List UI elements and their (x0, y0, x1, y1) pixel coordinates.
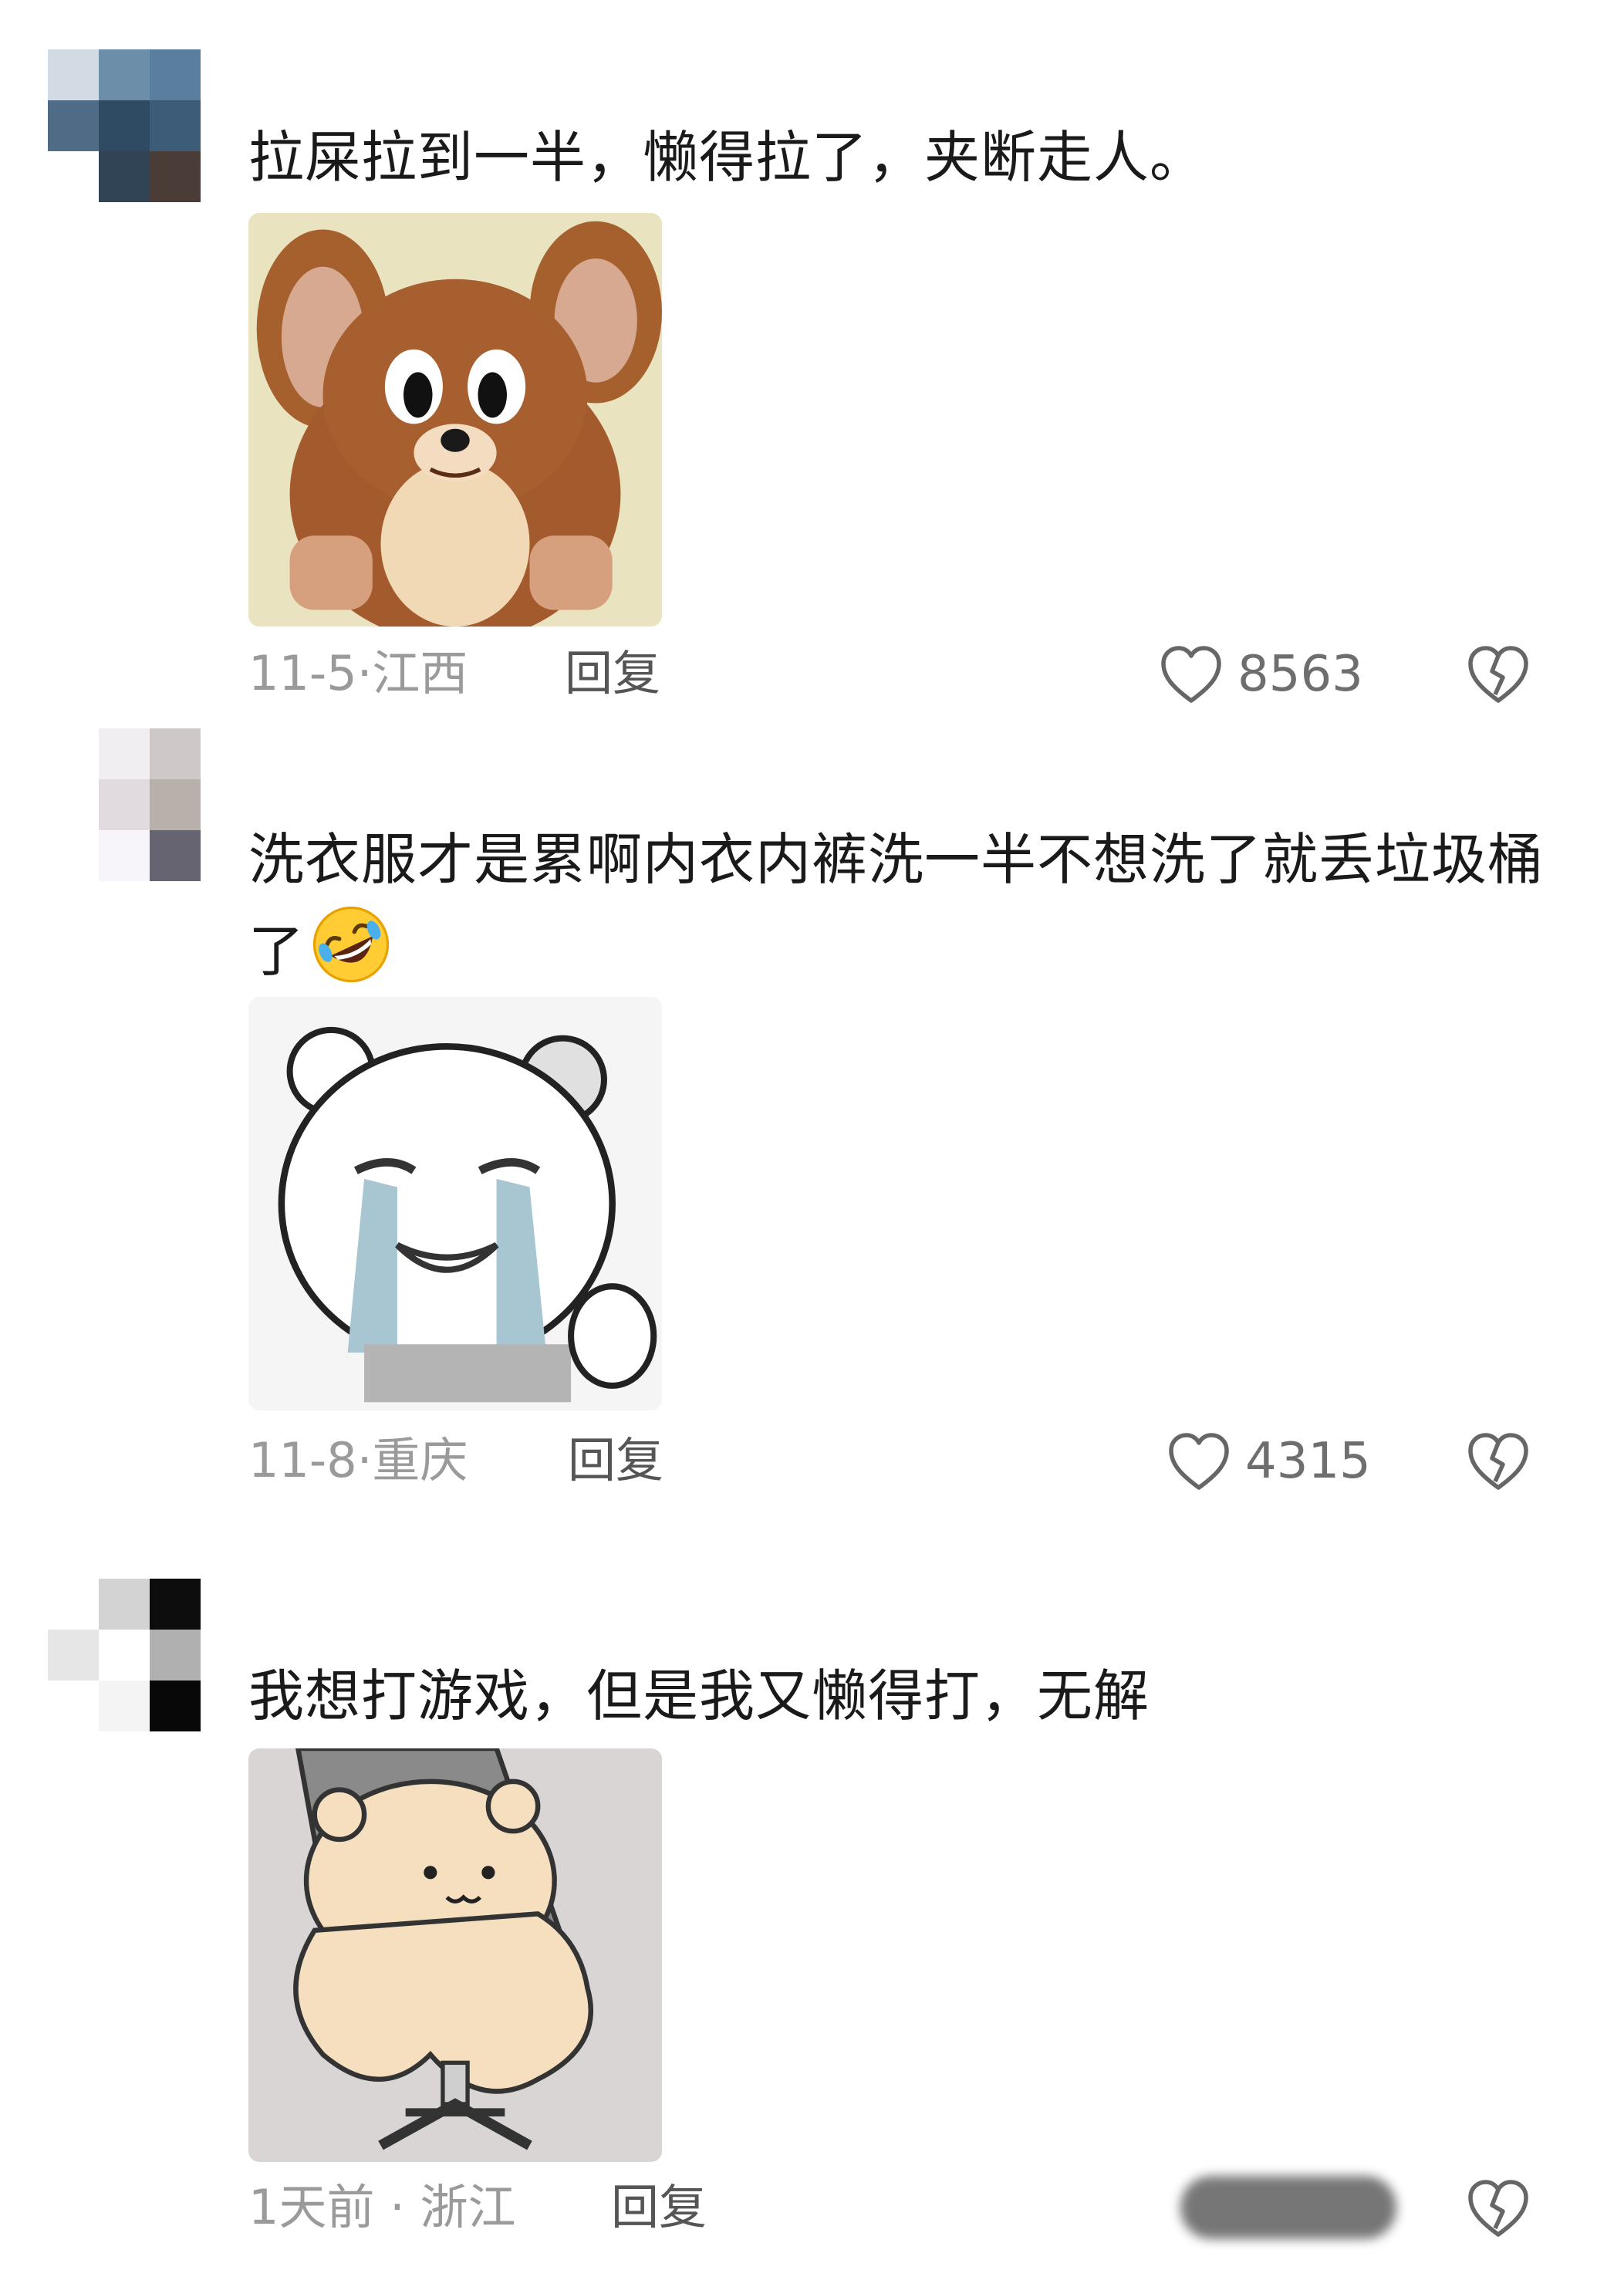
avatar[interactable] (48, 728, 202, 883)
broken-heart-icon (1468, 2180, 1528, 2237)
reply-button[interactable]: 回复 (611, 2173, 707, 2242)
comment-text: 我想打游戏，但是我又懒得打，无解 (248, 1664, 1150, 1728)
like-count: 8563 (1237, 646, 1363, 703)
comment-meta: 11-8·重庆 回复 4315 (248, 1426, 1560, 1495)
comment-meta: 11-5·江西 回复 8563 (248, 639, 1560, 708)
comment-meta: 1天前 · 浙江 回复 (248, 2173, 1560, 2242)
heart-outline-icon (1161, 646, 1221, 703)
heart-outline-icon (1169, 1433, 1229, 1490)
like-count: 4315 (1245, 1433, 1371, 1490)
avatar[interactable] (48, 49, 202, 204)
dislike-button[interactable] (1466, 2177, 1531, 2239)
crying-white-bear-sticker (248, 997, 662, 1410)
tom-and-jerry-mouse-sticker (248, 213, 662, 627)
comment-sticker[interactable] (248, 213, 662, 627)
comment-sticker[interactable] (248, 997, 662, 1410)
rolling-laughing-emoji (312, 906, 390, 983)
comment-date-location: 1天前 · 浙江 (248, 2179, 516, 2235)
reply-button[interactable]: 回复 (565, 639, 660, 708)
comment-sticker[interactable] (248, 1748, 662, 2162)
comment-date-location: 11-5·江西 (248, 645, 468, 701)
lazy-bear-on-chair-sticker (248, 1748, 662, 2162)
comment-text: 拉屎拉到一半，懒得拉了，夹断走人。 (248, 125, 1207, 190)
avatar[interactable] (48, 1579, 202, 1733)
like-button-blurred[interactable] (1180, 2176, 1396, 2239)
dislike-button[interactable] (1466, 1431, 1531, 1492)
comment-text: 洗衣服才是累啊内衣内裤洗一半不想洗了就丢垃圾桶了 (248, 816, 1545, 995)
comment-date-location: 11-8·重庆 (248, 1432, 468, 1488)
broken-heart-icon (1468, 646, 1528, 703)
broken-heart-icon (1468, 1433, 1528, 1490)
dislike-button[interactable] (1466, 644, 1531, 705)
comment-text-content: 洗衣服才是累啊内衣内裤洗一半不想洗了就丢垃圾桶了 (248, 827, 1545, 984)
reply-button[interactable]: 回复 (568, 1426, 663, 1495)
